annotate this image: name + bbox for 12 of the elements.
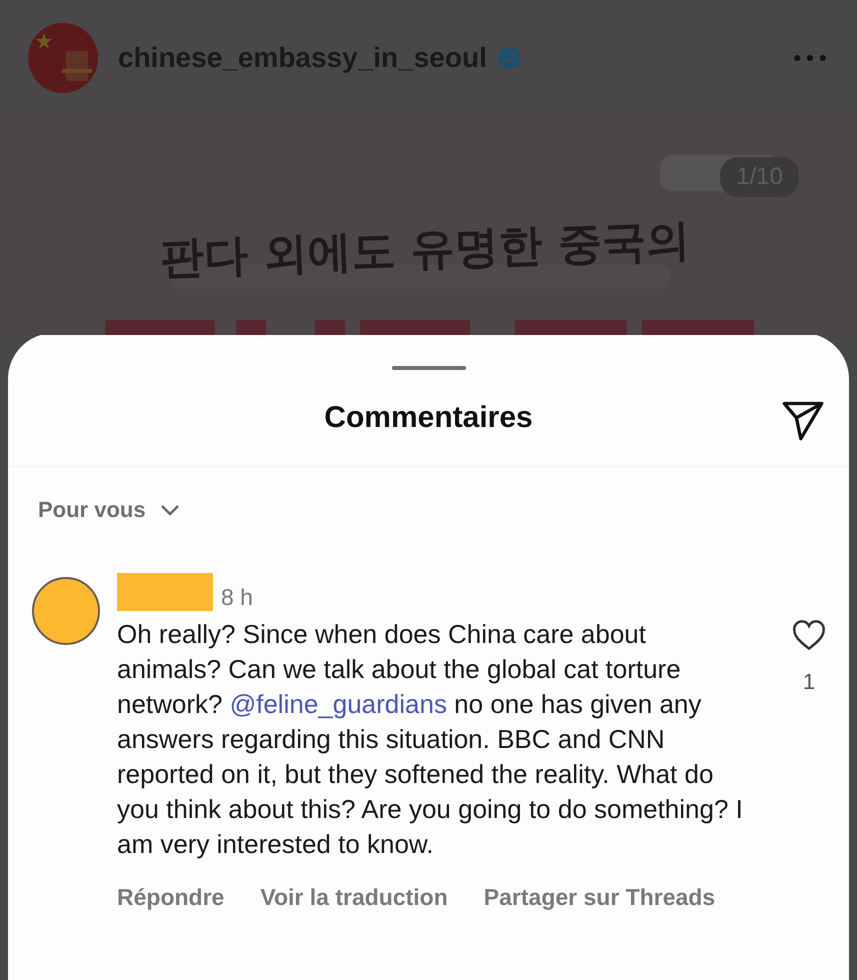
heart-icon[interactable] [792,619,826,651]
chevron-down-icon [160,504,180,516]
comment-action[interactable]: Partager sur Threads [484,884,716,911]
comment-action[interactable]: Voir la traduction [260,884,448,911]
comment-time: 8 h [221,584,253,611]
comment-action[interactable]: Répondre [117,884,224,911]
mention-link[interactable]: @feline_guardians [230,689,447,719]
like-count: 1 [802,669,816,695]
comment-text: Oh really? Since when does China care about animals? Can we talk about the global cat torture network? @feline_guardians no one has given any answers regarding this situation. BBC and CNN reported on it, but they softened the reality. What do you think about this? Are you going to do something? I am very interested to know. [117,618,744,861]
sheet-title: Commentaires [324,401,533,435]
drag-handle[interactable] [392,366,466,370]
sort-dropdown[interactable]: Pour vous [38,497,180,523]
